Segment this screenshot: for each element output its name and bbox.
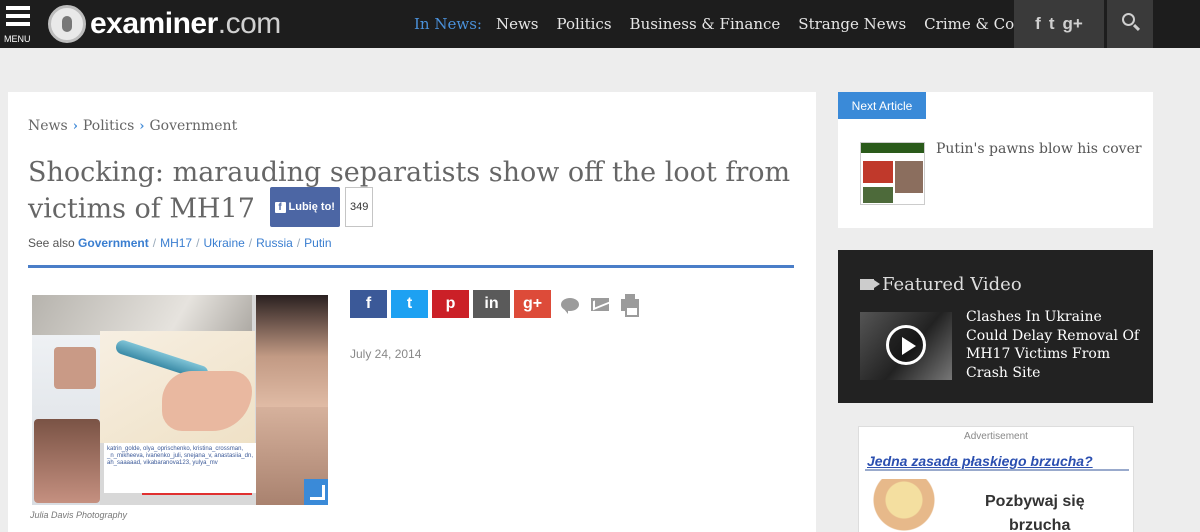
next-article-label[interactable]: Next Article bbox=[838, 92, 926, 119]
share-toolbar: f t p in g+ bbox=[350, 290, 645, 318]
divider bbox=[28, 265, 794, 268]
google-plus-icon[interactable]: g+ bbox=[1063, 14, 1083, 34]
breadcrumb-government[interactable]: Government bbox=[149, 118, 237, 134]
photo-portrait-top-right bbox=[256, 295, 328, 407]
see-also-label: See also bbox=[28, 236, 75, 250]
nav-link-politics[interactable]: Politics bbox=[557, 15, 612, 33]
photo-underline bbox=[142, 493, 252, 495]
menu-label: MENU bbox=[4, 34, 31, 44]
tag-separator: / bbox=[296, 236, 301, 250]
headline-text: Shocking: marauding separatists show off… bbox=[28, 157, 791, 225]
chevron-right-icon: › bbox=[72, 118, 78, 134]
thumb-block-photo bbox=[895, 161, 923, 193]
advertisement[interactable]: Advertisement Jedna zasada płaskiego brz… bbox=[858, 426, 1134, 532]
chevron-right-icon: › bbox=[139, 118, 145, 134]
next-article-card: Next Article Putin's pawns blow his cove… bbox=[838, 92, 1153, 228]
twitter-icon[interactable]: t bbox=[1049, 14, 1055, 34]
see-also-tags: See also Government / MH17/Ukraine / Russia /… bbox=[28, 236, 332, 250]
logo-text-light: .com bbox=[217, 7, 282, 40]
social-links: f t g+ bbox=[1014, 0, 1104, 48]
share-googleplus-button[interactable]: g+ bbox=[514, 290, 551, 318]
comment-icon bbox=[561, 297, 579, 314]
facebook-icon: f bbox=[274, 201, 286, 213]
facebook-like-widget: f Lubię to! 349 bbox=[269, 187, 374, 227]
featured-video-label: Featured Video bbox=[882, 274, 1022, 295]
logo-icon bbox=[48, 5, 86, 43]
thumb-header bbox=[861, 143, 924, 153]
tag-separator: / bbox=[248, 236, 253, 250]
top-nav-links: In News: News Politics Business & Financ… bbox=[414, 0, 1063, 48]
next-article-thumbnail[interactable] bbox=[860, 142, 925, 205]
email-icon bbox=[591, 297, 609, 311]
nav-link-business-finance[interactable]: Business & Finance bbox=[630, 15, 781, 33]
hamburger-icon-bar bbox=[6, 22, 30, 26]
photo-portrait-left bbox=[34, 419, 100, 503]
featured-video-heading: Featured Video bbox=[860, 274, 1022, 295]
logo-text-bold: examiner bbox=[90, 7, 218, 40]
article-photo[interactable]: katrin_golde, olya_oprischenko, kristina… bbox=[32, 295, 328, 505]
hamburger-icon-bar bbox=[6, 14, 30, 18]
tag-separator: / bbox=[196, 236, 200, 250]
share-linkedin-button[interactable]: in bbox=[473, 290, 510, 318]
video-title[interactable]: Clashes In Ukraine Could Delay Removal O… bbox=[966, 308, 1141, 382]
expand-image-icon[interactable] bbox=[304, 479, 328, 505]
ad-headline[interactable]: Jedna zasada płaskiego brzucha? bbox=[867, 453, 1093, 469]
article-date: July 24, 2014 bbox=[350, 347, 422, 361]
top-navigation-bar: MENU examiner.com In News: News Politics… bbox=[0, 0, 1200, 48]
play-icon bbox=[886, 325, 926, 365]
nav-link-strange-news[interactable]: Strange News bbox=[798, 15, 906, 33]
article-headline: Shocking: marauding separatists show off… bbox=[28, 156, 798, 230]
tag-government[interactable]: Government bbox=[78, 236, 149, 250]
breadcrumb-news[interactable]: News bbox=[28, 118, 68, 134]
tag-mh17[interactable]: MH17 bbox=[160, 236, 192, 250]
print-icon bbox=[621, 294, 639, 317]
search-icon-handle bbox=[1132, 23, 1141, 32]
tag-putin[interactable]: Putin bbox=[304, 236, 331, 250]
ad-label: Advertisement bbox=[964, 431, 1028, 442]
share-twitter-button[interactable]: t bbox=[391, 290, 428, 318]
breadcrumb-politics[interactable]: Politics bbox=[83, 118, 134, 134]
logo-wordmark: examiner.com bbox=[90, 7, 281, 41]
print-button[interactable] bbox=[615, 290, 645, 318]
comment-button[interactable] bbox=[555, 290, 585, 318]
photo-profile-avatar bbox=[54, 347, 96, 389]
share-pinterest-button[interactable]: p bbox=[432, 290, 469, 318]
tag-ukraine[interactable]: Ukraine bbox=[203, 236, 244, 250]
video-camera-icon bbox=[860, 279, 874, 290]
ad-copy-second-line: brzucha bbox=[1009, 517, 1071, 532]
photo-credit: Julia Davis Photography bbox=[30, 510, 128, 520]
featured-video-card: Featured Video Clashes In Ukraine Could … bbox=[838, 250, 1153, 403]
video-thumbnail[interactable] bbox=[860, 312, 952, 380]
photo-comments: katrin_golde, olya_oprischenko, kristina… bbox=[104, 443, 256, 493]
thumb-block-green bbox=[863, 187, 893, 203]
menu-button[interactable]: MENU bbox=[4, 6, 32, 44]
tag-russia[interactable]: Russia bbox=[256, 236, 293, 250]
hamburger-icon bbox=[6, 6, 30, 10]
ad-illustration bbox=[873, 479, 935, 532]
site-logo[interactable]: examiner.com bbox=[48, 4, 281, 44]
tag-separator: / bbox=[152, 236, 157, 250]
in-news-label: In News: bbox=[414, 15, 482, 33]
article-card: News › Politics › Government Shocking: m… bbox=[8, 92, 816, 532]
search-button[interactable] bbox=[1107, 0, 1153, 48]
like-label: Lubię to! bbox=[288, 201, 335, 213]
thumb-block-red bbox=[863, 161, 893, 183]
email-button[interactable] bbox=[585, 290, 615, 318]
breadcrumb: News › Politics › Government bbox=[28, 118, 237, 134]
ad-copy: Pozbywaj się bbox=[985, 493, 1085, 510]
share-facebook-button[interactable]: f bbox=[350, 290, 387, 318]
facebook-like-button[interactable]: f Lubię to! bbox=[269, 187, 340, 227]
nav-link-news[interactable]: News bbox=[496, 15, 539, 33]
next-article-title[interactable]: Putin's pawns blow his cover bbox=[936, 141, 1142, 157]
facebook-icon[interactable]: f bbox=[1035, 14, 1041, 34]
like-count: 349 bbox=[344, 187, 374, 227]
